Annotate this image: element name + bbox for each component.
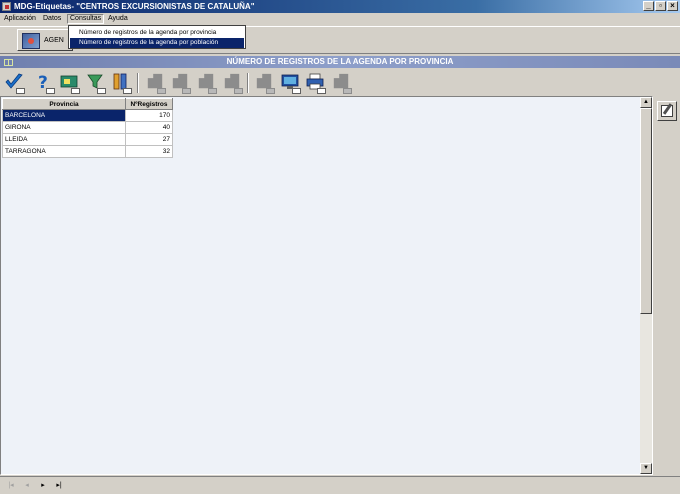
cell-registros[interactable]: 170 <box>125 109 173 122</box>
record-edit-button[interactable] <box>169 72 191 94</box>
vertical-scrollbar[interactable]: ▲ ▼ <box>640 97 652 474</box>
maximize-button[interactable]: ▫ <box>655 1 666 11</box>
sub-badge <box>234 88 243 94</box>
sub-badge <box>16 88 25 94</box>
application-window: MDG-Etiquetas- "CENTROS EXCURSIONISTAS D… <box>0 0 680 494</box>
nav-next-button[interactable]: ▸ <box>36 480 50 492</box>
nav-last-button[interactable]: ▸| <box>52 480 66 492</box>
close-button[interactable]: × <box>667 1 678 11</box>
nav-prev-button[interactable]: ◂ <box>20 480 34 492</box>
cell-provincia[interactable]: GIRONA <box>2 121 126 134</box>
scroll-down-button[interactable]: ▼ <box>640 463 652 474</box>
minimize-button[interactable]: _ <box>643 1 654 11</box>
record-export-button[interactable] <box>253 72 275 94</box>
agenda-icon <box>22 33 40 49</box>
column-header-provincia[interactable]: Provincia <box>2 98 126 110</box>
edit-note-button[interactable] <box>657 101 677 121</box>
sub-badge <box>123 88 132 94</box>
sub-badge <box>157 88 166 94</box>
nav-first-button[interactable]: |◂ <box>4 480 18 492</box>
filter-button[interactable] <box>84 72 106 94</box>
sub-badge <box>292 88 301 94</box>
dropdown-item-por-provincia[interactable]: Número de registros de la agenda por pro… <box>70 28 244 38</box>
menu-ayuda[interactable]: Ayuda <box>106 14 130 24</box>
agenda-module-button[interactable]: AGEN <box>17 29 73 51</box>
cell-registros[interactable]: 32 <box>125 145 173 158</box>
table-row[interactable]: BARCELONA 170 <box>2 109 173 122</box>
table-row[interactable]: LLEIDA 27 <box>2 133 173 146</box>
table-header-row: Provincia NºRegistros <box>2 98 173 110</box>
record-navigation-bar: |◂ ◂ ▸ ▸| <box>0 476 680 494</box>
dropdown-item-por-poblacion[interactable]: Número de registros de la agenda por pob… <box>70 38 244 48</box>
menu-datos[interactable]: Datos <box>41 14 63 24</box>
table-row[interactable]: GIRONA 40 <box>2 121 173 134</box>
app-icon <box>2 2 11 11</box>
cell-provincia[interactable]: TARRAGONA <box>2 145 126 158</box>
edit-pencil-icon <box>661 105 673 117</box>
sub-badge <box>182 88 191 94</box>
help-button[interactable]: ? <box>33 72 55 94</box>
sub-badge <box>71 88 80 94</box>
screen-preview-button[interactable] <box>279 72 301 94</box>
sub-badge <box>343 88 352 94</box>
toolbar-separator <box>247 73 249 93</box>
title-bar[interactable]: MDG-Etiquetas- "CENTROS EXCURSIONISTAS D… <box>0 0 680 13</box>
sub-badge <box>208 88 217 94</box>
record-delete-button[interactable] <box>221 72 243 94</box>
cell-provincia[interactable]: BARCELONA <box>2 109 126 122</box>
menu-aplicacion[interactable]: Aplicación <box>2 14 38 24</box>
sub-badge <box>97 88 106 94</box>
data-grid-panel[interactable]: Provincia NºRegistros BARCELONA 170 GIRO… <box>0 96 653 475</box>
cell-registros[interactable]: 40 <box>125 121 173 134</box>
view-title: NÚMERO DE REGISTROS DE LA AGENDA POR PRO… <box>226 57 454 66</box>
card-button[interactable] <box>58 72 80 94</box>
scroll-thumb[interactable] <box>640 108 652 314</box>
sub-badge <box>317 88 326 94</box>
menu-consultas[interactable]: Consultas <box>67 14 105 24</box>
print-button[interactable] <box>304 72 326 94</box>
record-extra-button[interactable] <box>330 72 352 94</box>
consultas-dropdown: Número de registros de la agenda por pro… <box>68 25 246 49</box>
results-table: Provincia NºRegistros BARCELONA 170 GIRO… <box>2 98 173 158</box>
toolbar-separator <box>137 73 139 93</box>
sub-badge <box>46 88 55 94</box>
module-label: AGEN <box>44 37 64 44</box>
column-header-registros[interactable]: NºRegistros <box>125 98 173 110</box>
columns-button[interactable] <box>110 72 132 94</box>
cell-provincia[interactable]: LLEIDA <box>2 133 126 146</box>
table-row[interactable]: TARRAGONA 32 <box>2 145 173 158</box>
view-title-bar: NÚMERO DE REGISTROS DE LA AGENDA POR PRO… <box>0 56 680 68</box>
record-copy-button[interactable] <box>195 72 217 94</box>
sub-badge <box>266 88 275 94</box>
accept-button[interactable] <box>3 72 25 94</box>
scroll-up-button[interactable]: ▲ <box>640 97 652 108</box>
toolbar: ? <box>0 69 680 96</box>
menu-bar: Aplicación Datos Consultas Ayuda <box>0 13 680 25</box>
window-title: MDG-Etiquetas- "CENTROS EXCURSIONISTAS D… <box>14 2 255 11</box>
cell-registros[interactable]: 27 <box>125 133 173 146</box>
record-button[interactable] <box>144 72 166 94</box>
